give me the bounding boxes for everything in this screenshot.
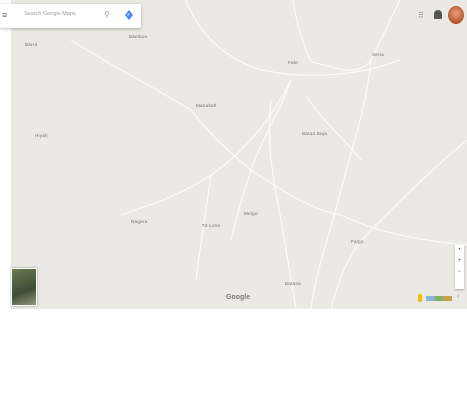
place-label[interactable]: Batua Baja [302,131,327,136]
place-label[interactable]: Hiyah [35,133,48,138]
place-label[interactable]: Manukah [196,103,217,108]
place-label[interactable]: Falga [351,239,364,244]
menu-icon[interactable]: ≡ [2,10,12,20]
place-label[interactable]: Fale [288,60,298,65]
compass-icon[interactable]: • [455,245,464,256]
place-label[interactable]: Nagara [131,219,148,224]
road-network [70,0,467,309]
satellite-layer-toggle[interactable] [11,268,37,306]
avatar[interactable] [448,6,464,24]
place-label[interactable]: Melgo [244,211,258,216]
zoom-in-button[interactable]: + [455,256,464,267]
place-label[interactable]: Bamboo [129,34,148,39]
pegman-icon[interactable] [418,294,422,302]
place-label[interactable]: Tit Lima [202,223,220,228]
zoom-control[interactable]: • + − [455,245,464,289]
search-icon[interactable]: ⚲ [104,10,110,19]
left-edge [0,0,11,309]
apps-grid-icon[interactable]: ⠿ [418,11,424,20]
search-input[interactable]: Search Google Maps [24,11,76,17]
expand-icon[interactable]: ‹ [457,294,459,300]
directions-icon[interactable] [125,10,133,20]
imagery-thumbnails[interactable] [426,296,452,301]
search-box[interactable]: ≡ Search Google Maps ⚲ [0,4,141,28]
notifications-icon[interactable] [434,10,442,19]
map-canvas[interactable]: Bamboo Barra Fale Seria Manukah Hiyah Ba… [11,0,467,309]
place-label[interactable]: Barra [25,42,38,47]
zoom-out-button[interactable]: − [455,267,464,278]
place-label[interactable]: Seria [372,52,384,57]
google-logo: Google [226,294,251,301]
place-label[interactable]: Batana [285,281,301,286]
